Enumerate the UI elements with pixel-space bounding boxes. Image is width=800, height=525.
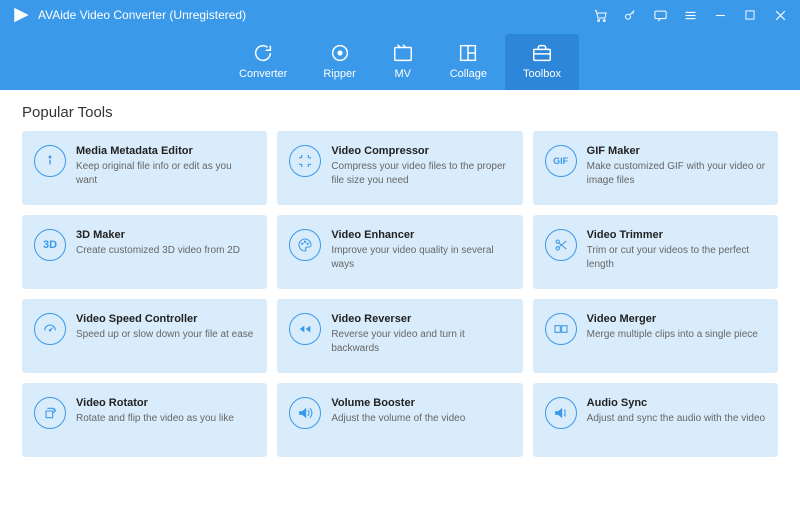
tool-video-speed-controller[interactable]: Video Speed Controller Speed up or slow … xyxy=(22,299,267,373)
card-title: 3D Maker xyxy=(76,229,240,241)
card-desc: Adjust and sync the audio with the video xyxy=(587,412,765,426)
titlebar: AVAide Video Converter (Unregistered) xyxy=(0,0,800,30)
card-title: Media Metadata Editor xyxy=(76,145,255,157)
key-icon[interactable] xyxy=(622,7,638,23)
window-controls xyxy=(592,7,788,23)
card-desc: Reverse your video and turn it backwards xyxy=(331,328,510,355)
maximize-icon[interactable] xyxy=(742,7,758,23)
scissors-icon xyxy=(545,229,577,261)
card-body: 3D Maker Create customized 3D video from… xyxy=(76,229,240,258)
tool-video-compressor[interactable]: Video Compressor Compress your video fil… xyxy=(277,131,522,205)
app-window: AVAide Video Converter (Unregistered) Co… xyxy=(0,0,800,525)
card-desc: Adjust the volume of the video xyxy=(331,412,465,426)
app-title: AVAide Video Converter (Unregistered) xyxy=(38,8,246,22)
card-desc: Compress your video files to the proper … xyxy=(331,160,510,187)
rotate-icon xyxy=(34,397,66,429)
card-title: Video Enhancer xyxy=(331,229,510,241)
merge-icon xyxy=(545,313,577,345)
section-title: Popular Tools xyxy=(22,104,778,121)
card-desc: Create customized 3D video from 2D xyxy=(76,244,240,258)
card-desc: Speed up or slow down your file at ease xyxy=(76,328,253,342)
tool-media-metadata-editor[interactable]: Media Metadata Editor Keep original file… xyxy=(22,131,267,205)
tool-audio-sync[interactable]: Audio Sync Adjust and sync the audio wit… xyxy=(533,383,778,457)
card-body: Video Trimmer Trim or cut your videos to… xyxy=(587,229,766,271)
info-icon xyxy=(34,145,66,177)
nav-toolbox[interactable]: Toolbox xyxy=(505,34,579,90)
tool-video-enhancer[interactable]: Video Enhancer Improve your video qualit… xyxy=(277,215,522,289)
card-desc: Improve your video quality in several wa… xyxy=(331,244,510,271)
gauge-icon xyxy=(34,313,66,345)
converter-icon xyxy=(252,42,274,64)
card-body: Audio Sync Adjust and sync the audio wit… xyxy=(587,397,765,426)
card-title: Video Merger xyxy=(587,313,758,325)
tool-video-trimmer[interactable]: Video Trimmer Trim or cut your videos to… xyxy=(533,215,778,289)
card-body: Video Reverser Reverse your video and tu… xyxy=(331,313,510,355)
card-desc: Merge multiple clips into a single piece xyxy=(587,328,758,342)
card-title: Volume Booster xyxy=(331,397,465,409)
chat-icon[interactable] xyxy=(652,7,668,23)
card-body: Video Speed Controller Speed up or slow … xyxy=(76,313,253,342)
rewind-icon xyxy=(289,313,321,345)
tool-video-reverser[interactable]: Video Reverser Reverse your video and tu… xyxy=(277,299,522,373)
close-icon[interactable] xyxy=(772,7,788,23)
gif-icon: GIF xyxy=(545,145,577,177)
tool-video-rotator[interactable]: Video Rotator Rotate and flip the video … xyxy=(22,383,267,457)
card-title: Video Reverser xyxy=(331,313,510,325)
nav-collage[interactable]: Collage xyxy=(432,34,505,90)
tool-gif-maker[interactable]: GIF GIF Maker Make customized GIF with y… xyxy=(533,131,778,205)
card-title: Video Compressor xyxy=(331,145,510,157)
tool-3d-maker[interactable]: 3D 3D Maker Create customized 3D video f… xyxy=(22,215,267,289)
card-desc: Make customized GIF with your video or i… xyxy=(587,160,766,187)
ripper-icon xyxy=(329,42,351,64)
sync-icon xyxy=(545,397,577,429)
minimize-icon[interactable] xyxy=(712,7,728,23)
card-body: Video Enhancer Improve your video qualit… xyxy=(331,229,510,271)
app-logo-icon xyxy=(12,6,30,24)
nav-label: Toolbox xyxy=(523,68,561,80)
palette-icon xyxy=(289,229,321,261)
3d-icon: 3D xyxy=(34,229,66,261)
nav-label: Converter xyxy=(239,68,287,80)
card-body: Media Metadata Editor Keep original file… xyxy=(76,145,255,187)
card-title: Audio Sync xyxy=(587,397,765,409)
toolbox-icon xyxy=(531,42,553,64)
menu-icon[interactable] xyxy=(682,7,698,23)
card-body: Video Merger Merge multiple clips into a… xyxy=(587,313,758,342)
nav-label: Ripper xyxy=(323,68,355,80)
nav-converter[interactable]: Converter xyxy=(221,34,305,90)
card-body: GIF Maker Make customized GIF with your … xyxy=(587,145,766,187)
tools-grid: Media Metadata Editor Keep original file… xyxy=(22,131,778,457)
nav-mv[interactable]: MV xyxy=(374,34,432,90)
nav-label: Collage xyxy=(450,68,487,80)
card-body: Volume Booster Adjust the volume of the … xyxy=(331,397,465,426)
volume-icon xyxy=(289,397,321,429)
header: AVAide Video Converter (Unregistered) Co… xyxy=(0,0,800,90)
main-content: Popular Tools Media Metadata Editor Keep… xyxy=(0,90,800,525)
card-desc: Trim or cut your videos to the perfect l… xyxy=(587,244,766,271)
card-title: GIF Maker xyxy=(587,145,766,157)
card-title: Video Rotator xyxy=(76,397,234,409)
nav-label: MV xyxy=(394,68,411,80)
card-desc: Keep original file info or edit as you w… xyxy=(76,160,255,187)
card-title: Video Speed Controller xyxy=(76,313,253,325)
card-body: Video Compressor Compress your video fil… xyxy=(331,145,510,187)
navbar: Converter Ripper MV Collage Toolbox xyxy=(0,30,800,90)
tool-volume-booster[interactable]: Volume Booster Adjust the volume of the … xyxy=(277,383,522,457)
tool-video-merger[interactable]: Video Merger Merge multiple clips into a… xyxy=(533,299,778,373)
collage-icon xyxy=(457,42,479,64)
card-title: Video Trimmer xyxy=(587,229,766,241)
mv-icon xyxy=(392,42,414,64)
cart-icon[interactable] xyxy=(592,7,608,23)
compress-icon xyxy=(289,145,321,177)
title-left: AVAide Video Converter (Unregistered) xyxy=(12,6,246,24)
nav-ripper[interactable]: Ripper xyxy=(305,34,373,90)
card-body: Video Rotator Rotate and flip the video … xyxy=(76,397,234,426)
card-desc: Rotate and flip the video as you like xyxy=(76,412,234,426)
